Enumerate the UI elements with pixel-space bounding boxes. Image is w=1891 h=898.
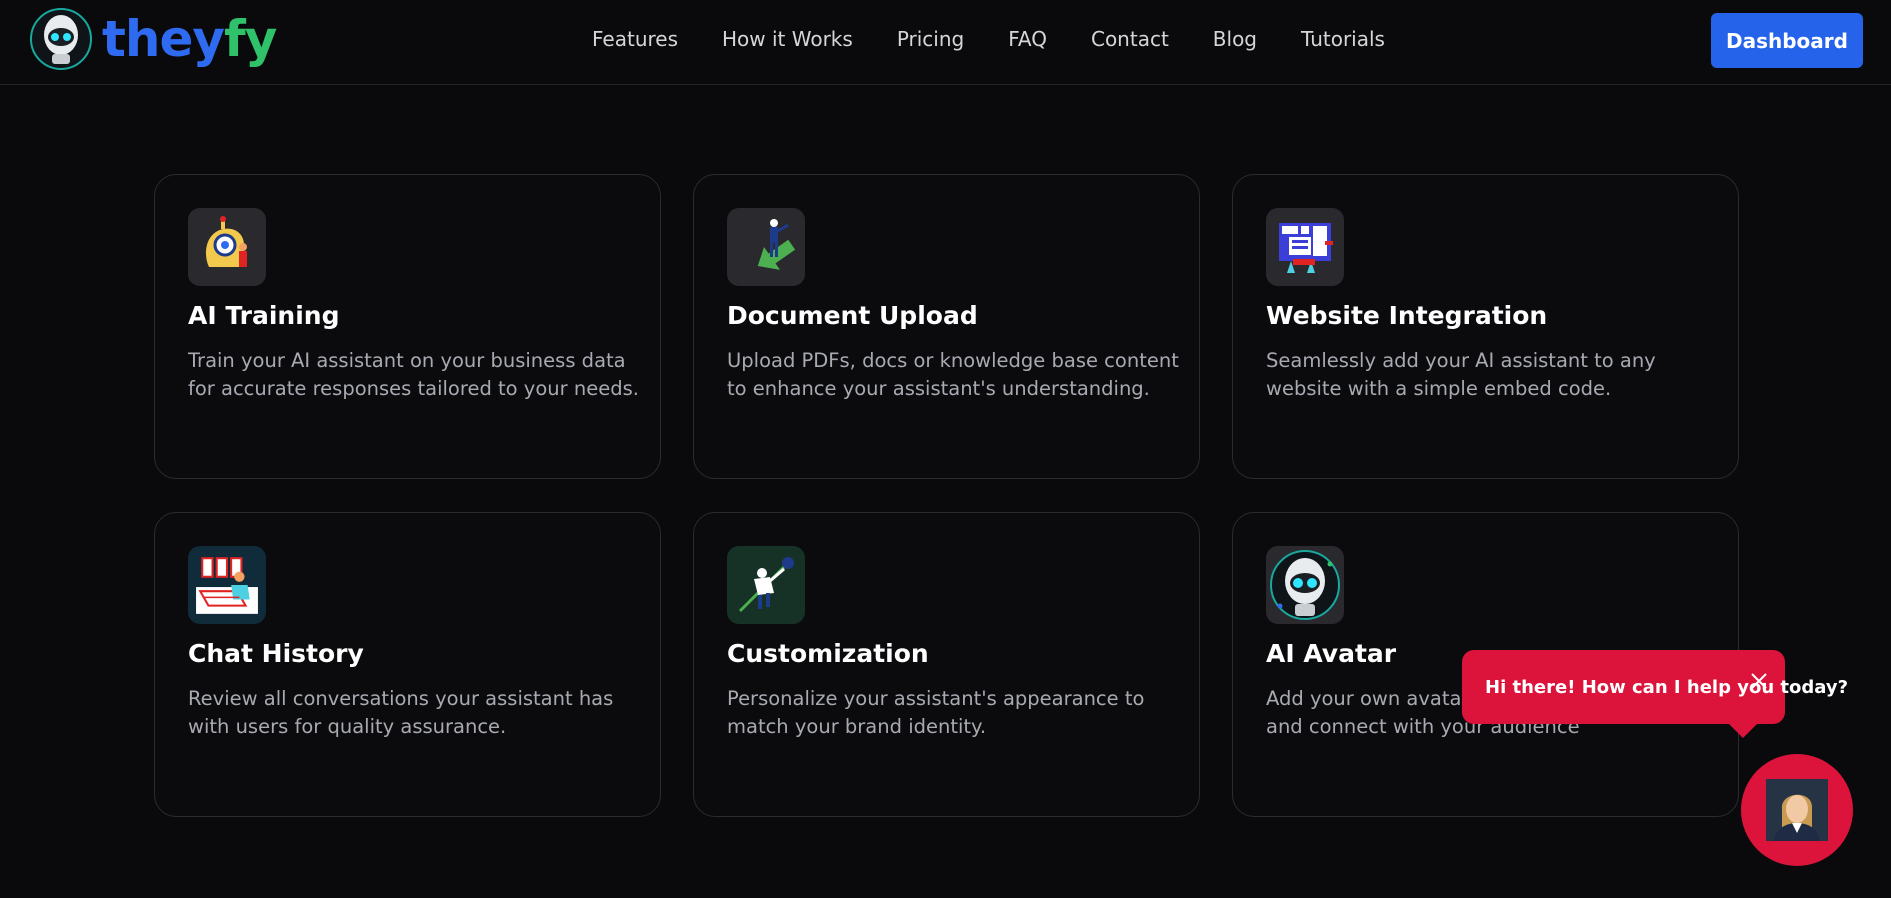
feature-description: Upload PDFs, docs or knowledge base cont… — [727, 349, 1179, 400]
customization-icon — [727, 546, 805, 624]
nav-blog[interactable]: Blog — [1213, 27, 1257, 51]
nav-features[interactable]: Features — [592, 27, 678, 51]
dashboard-button[interactable]: Dashboard — [1711, 13, 1863, 68]
main-nav: Features How it Works Pricing FAQ Contac… — [592, 0, 1385, 78]
feature-description: Personalize your assistant's appearance … — [727, 687, 1145, 738]
nav-contact[interactable]: Contact — [1091, 27, 1169, 51]
feature-description: Review all conversations your assistant … — [188, 687, 614, 738]
feature-card-customization: Customization Personalize your assistant… — [693, 512, 1200, 817]
nav-how-it-works[interactable]: How it Works — [722, 27, 853, 51]
feature-title: Customization — [727, 639, 929, 668]
chat-greeting-bubble[interactable]: Hi there! How can I help you today? — [1462, 650, 1848, 738]
website-integration-icon — [1266, 208, 1344, 286]
chat-greeting-text: Hi there! How can I help you today? — [1485, 676, 1849, 698]
robot-head-icon — [30, 8, 92, 70]
feature-card-ai-training: AI Training Train your AI assistant on y… — [154, 174, 661, 479]
logo[interactable]: theyfy — [30, 8, 277, 70]
feature-title: Website Integration — [1266, 301, 1548, 330]
feature-description: Seamlessly add your AI assistant to any … — [1266, 349, 1656, 400]
document-upload-icon — [727, 208, 805, 286]
nav-tutorials[interactable]: Tutorials — [1301, 27, 1385, 51]
chat-history-icon — [188, 546, 266, 624]
feature-title: AI Avatar — [1266, 639, 1397, 668]
chat-close-button[interactable] — [1745, 667, 1773, 695]
chat-launcher-button[interactable] — [1741, 754, 1853, 866]
feature-card-document-upload: Document Upload Upload PDFs, docs or kno… — [693, 174, 1200, 479]
feature-title: AI Training — [188, 301, 340, 330]
logo-wordmark: theyfy — [102, 10, 277, 68]
nav-pricing[interactable]: Pricing — [897, 27, 964, 51]
feature-title: Document Upload — [727, 301, 978, 330]
feature-title: Chat History — [188, 639, 364, 668]
nav-faq[interactable]: FAQ — [1008, 27, 1047, 51]
robot-avatar-icon — [1266, 546, 1344, 624]
feature-card-chat-history: Chat History Review all conversations yo… — [154, 512, 661, 817]
close-icon — [1751, 673, 1767, 689]
site-header: theyfy Features How it Works Pricing FAQ… — [0, 0, 1891, 85]
feature-description: Train your AI assistant on your business… — [188, 349, 639, 400]
ai-training-icon — [188, 208, 266, 286]
feature-card-website-integration: Website Integration Seamlessly add your … — [1232, 174, 1739, 479]
assistant-avatar-icon — [1766, 779, 1828, 841]
